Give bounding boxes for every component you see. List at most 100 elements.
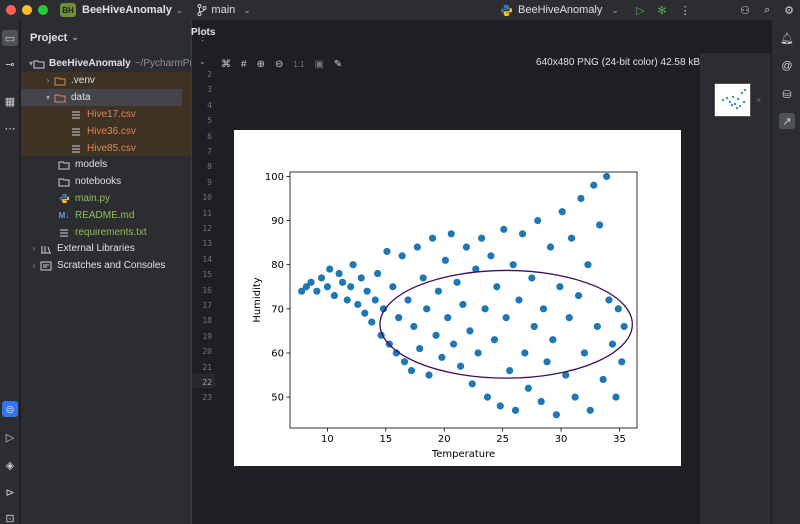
data-point [383, 247, 391, 256]
data-point [590, 181, 598, 189]
zoom-in-icon[interactable]: ⊕ [257, 59, 265, 70]
tree-item-label: models [75, 159, 108, 170]
tree-item-hive36[interactable]: Hive36.csv [21, 123, 191, 140]
more-actions-icon[interactable]: ⋮ [680, 4, 691, 17]
data-point [565, 314, 573, 322]
line-number: 16 [202, 285, 212, 295]
x-tick-label: 20 [438, 434, 451, 445]
line-number: 7 [207, 147, 212, 156]
line-number: 5 [207, 116, 212, 126]
search-icon[interactable]: ⌕ [764, 4, 770, 17]
data-point [404, 296, 412, 304]
close-window-button[interactable] [6, 5, 16, 15]
project-badge[interactable]: BH [60, 3, 76, 17]
run-icon[interactable]: ▷ [636, 4, 644, 17]
chevron-down-icon[interactable]: ⌄ [71, 32, 79, 43]
commit-icon[interactable]: ⊸ [2, 56, 18, 72]
data-point [354, 300, 362, 309]
tree-item-hive17[interactable]: Hive17.csv [21, 106, 191, 123]
right-tool-strip: 🔔︎ @ ⛁ ↗ [771, 20, 800, 524]
data-point [419, 274, 427, 282]
tree-item-venv[interactable]: › .venv [21, 72, 191, 89]
notifications-bell-icon[interactable]: 🔔︎ [779, 30, 795, 46]
line-number: 3 [207, 85, 212, 95]
csv-file-icon [69, 109, 83, 121]
close-thumbnail-icon[interactable]: × [756, 95, 761, 105]
data-point [521, 349, 529, 357]
data-point [502, 314, 510, 322]
terminal-icon[interactable]: ⊡ [2, 510, 18, 524]
data-point [552, 411, 560, 419]
data-point [456, 362, 465, 370]
data-point [515, 296, 523, 304]
layers-icon[interactable]: ◈ [2, 457, 18, 473]
plots-tab[interactable]: Plots [191, 27, 215, 38]
settings-gear-icon[interactable]: ⚙ [784, 4, 794, 17]
line-number: 20 [202, 347, 212, 357]
python-icon [500, 4, 513, 16]
tree-item-label: requirements.txt [75, 227, 147, 238]
data-point [317, 274, 326, 282]
actual-size-icon[interactable]: # [241, 59, 247, 70]
folder-icon [53, 92, 67, 104]
project-switcher[interactable]: BeeHiveAnomaly [82, 4, 172, 16]
zoom-out-icon[interactable]: ⊖ [275, 59, 283, 70]
plot-thumbnail[interactable] [714, 83, 751, 117]
project-folder-icon[interactable]: ▭ [2, 30, 18, 46]
structure-icon[interactable]: ▦ [2, 93, 18, 109]
run-tool-icon[interactable]: ▷ [2, 429, 18, 445]
data-point [407, 367, 416, 375]
tree-item-readme[interactable]: M↓ README.md [21, 207, 191, 224]
zoom-window-button[interactable] [38, 5, 48, 15]
project-panel-header[interactable]: Project ⌄ [21, 20, 191, 55]
tree-item-label: main.py [75, 193, 111, 204]
tree-item-data[interactable]: ▾ data [21, 89, 182, 106]
x-tick-label: 30 [555, 434, 568, 445]
chevron-right-icon[interactable]: › [29, 244, 39, 253]
line-number: 23 [202, 393, 212, 403]
tree-item-notebooks[interactable]: notebooks [21, 173, 191, 190]
services-icon[interactable]: ⊳ [2, 484, 18, 500]
titlebar-actions: ⚇ ⌕ ⚙ [740, 0, 794, 20]
more-tools-icon[interactable]: ⋯ [2, 120, 18, 136]
root-folder-path: ~/PycharmPr [134, 58, 191, 69]
data-point [509, 261, 517, 269]
branch-switcher[interactable]: main ⌄ [197, 4, 251, 16]
tree-item-external-libraries[interactable]: › External Libraries [21, 240, 191, 257]
sciview-plots-icon[interactable]: ↗ [779, 113, 795, 129]
tree-item-main-py[interactable]: main.py [21, 190, 191, 207]
line-number: 11 [202, 208, 212, 218]
image-background-icon[interactable]: ▣ [314, 59, 323, 70]
chevron-down-icon[interactable]: ⌄ [176, 5, 184, 16]
tree-root[interactable]: ▾ BeeHiveAnomaly ~/PycharmPr [21, 55, 191, 72]
data-point [423, 305, 431, 313]
data-point [398, 252, 406, 260]
csv-file-icon [69, 126, 83, 138]
data-point [524, 384, 532, 392]
database-icon[interactable]: ⛁ [779, 86, 795, 102]
fit-zoom-icon[interactable]: ⌘ [221, 59, 231, 70]
data-point [549, 336, 557, 344]
add-user-icon[interactable]: ⚇ [740, 4, 750, 17]
tree-item-hive85[interactable]: Hive85.csv [21, 140, 191, 157]
data-point [577, 194, 585, 203]
python-console-icon[interactable]: ⊜ [2, 401, 18, 417]
tree-item-models[interactable]: models [21, 156, 191, 173]
run-configuration[interactable]: BeeHiveAnomaly ⌄ ▷ ✻ ⋮ [500, 0, 691, 20]
chevron-down-icon[interactable]: ▾ [43, 93, 53, 102]
ai-assistant-icon[interactable]: @ [779, 58, 795, 74]
zoom-ratio[interactable]: 1:1 [293, 60, 304, 69]
editor-gutter: ⋮ ⌄ 2 3 4 5 6 7 8 9 10 11 12 13 14 15 16 17 18 19 20 21 22 23 [191, 20, 216, 524]
line-number: 8 [207, 162, 212, 172]
chevron-right-icon[interactable]: › [29, 261, 39, 270]
tree-item-requirements[interactable]: requirements.txt [21, 224, 191, 241]
debug-icon[interactable]: ✻ [657, 4, 666, 17]
minimize-window-button[interactable] [22, 5, 32, 15]
color-picker-icon[interactable]: ✎ [334, 59, 342, 70]
data-point [487, 252, 495, 260]
chevron-right-icon[interactable]: › [43, 76, 53, 85]
tree-item-scratches[interactable]: › Scratches and Consoles [21, 257, 191, 274]
data-point [468, 380, 476, 388]
python-file-icon [57, 193, 71, 205]
chevron-down-icon[interactable]: ⌄ [199, 57, 206, 66]
